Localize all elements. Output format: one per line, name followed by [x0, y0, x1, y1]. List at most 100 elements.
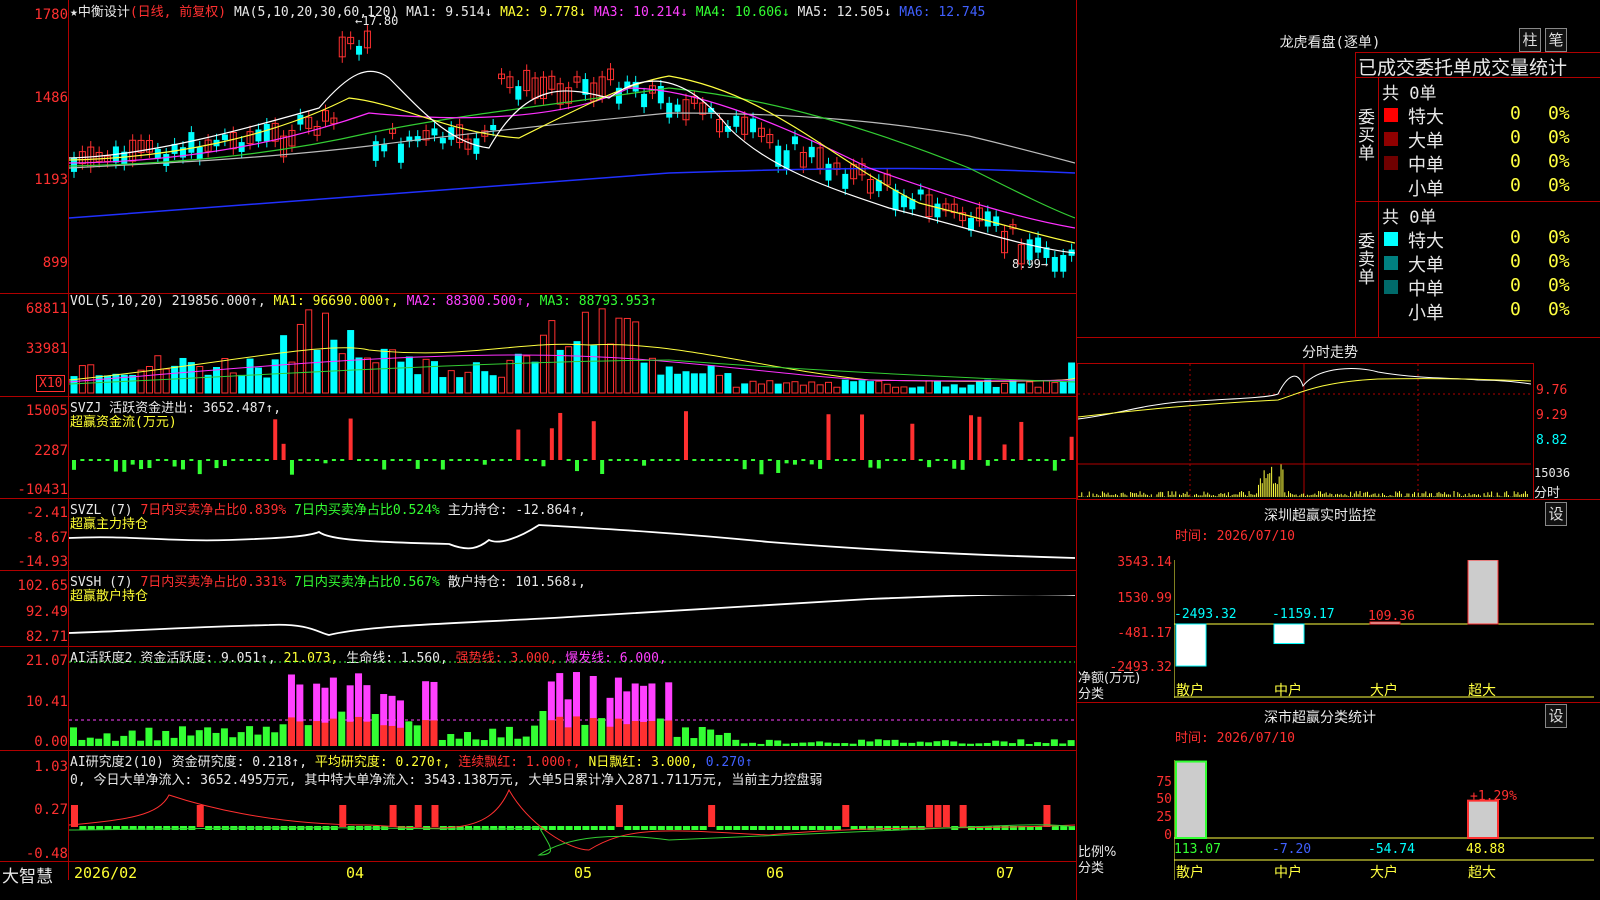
- ai-research-t3: 连续飘红: 1.000↑,: [458, 755, 581, 770]
- lhb-tick-button[interactable]: 笔: [1545, 28, 1567, 52]
- intraday-title: 分时走势: [1302, 345, 1358, 361]
- ai-research-axis-3: -0.48: [25, 846, 68, 862]
- intraday-chart[interactable]: [1078, 364, 1531, 497]
- svzl-axis-2: -8.67: [25, 530, 68, 546]
- svzj-axis-2: 2287: [34, 443, 68, 459]
- lhb-title: 龙虎看盘(逐单): [1279, 35, 1381, 51]
- sz-bar-4[interactable]: [1467, 560, 1499, 625]
- sz-side-label-2: 分类: [1078, 687, 1105, 702]
- svzl-chart[interactable]: [69, 520, 1075, 568]
- brand-label[interactable]: 大智慧: [2, 862, 53, 887]
- szc-side-label-2: 分类: [1078, 861, 1105, 876]
- sz-class-settings-button[interactable]: 设: [1545, 704, 1567, 728]
- sz-monitor-settings-button[interactable]: 设: [1545, 502, 1567, 526]
- ai-research-label: AI研究度2(10): [70, 755, 164, 770]
- buy-row-1: 特大 0 0%: [1380, 103, 1600, 128]
- szc-bar-cat-2: 中户: [1274, 864, 1302, 881]
- ai-research-header: AI研究度2(10) 资金研究度: 0.218↑, 平均研究度: 0.270↑,…: [70, 751, 753, 770]
- ai-research-axis-1: 1.03: [34, 759, 68, 775]
- ai-active-axis-1: 21.07: [25, 653, 68, 669]
- svsh-chart[interactable]: [69, 595, 1075, 645]
- svsh-axis-3: 82.71: [25, 629, 68, 645]
- date-2: 04: [346, 864, 365, 882]
- sz-bar-value-4: 3543.14: [1466, 560, 1521, 562]
- date-4: 06: [766, 864, 785, 882]
- ai-active-chart[interactable]: [69, 660, 1075, 748]
- intraday-vol-axis: 15036: [1534, 466, 1571, 480]
- svsh-axis-1: 102.65: [17, 578, 68, 594]
- szc-bar-cat-1: 散户: [1176, 864, 1204, 881]
- ai-research-t1: 资金研究度: 0.218↑,: [171, 755, 308, 770]
- svsh-axis-2: 92.49: [25, 604, 68, 620]
- buy-row-4: 小单 0 0%: [1380, 175, 1600, 200]
- svzl-axis-3: -14.93: [17, 554, 68, 570]
- ai-research-chart[interactable]: [69, 785, 1075, 860]
- candlestick-chart[interactable]: [69, 18, 1075, 292]
- svsh-t2: 7日内买卖净占比0.567%: [294, 575, 440, 590]
- sz-bar-value-3: 109.36: [1368, 609, 1415, 624]
- sep-7: [0, 861, 1076, 862]
- sell-swatch: [1384, 280, 1398, 294]
- szc-bar-4[interactable]: [1467, 799, 1499, 839]
- sz-bar-value-1: -2493.32: [1174, 607, 1237, 622]
- vol-axis-2: 33981: [25, 341, 68, 357]
- sz-monitor-time: 时间: 2026/07/10: [1175, 529, 1295, 544]
- svzj-axis-3: -10431: [17, 482, 68, 498]
- sz-bar-2[interactable]: [1273, 623, 1305, 645]
- buy-row-2: 大单 0 0%: [1380, 127, 1600, 152]
- lhb-heading: 已成交委托单成交量统计: [1358, 57, 1568, 79]
- sz-bar-1[interactable]: [1175, 623, 1207, 667]
- sell-swatch: [1384, 232, 1398, 246]
- sell-orders-label: 委卖单: [1358, 232, 1375, 288]
- sz-bar-cat-4: 超大: [1468, 683, 1496, 699]
- szc-axis-1: 75: [1156, 775, 1172, 790]
- sz-axis-2: 1530.99: [1117, 591, 1172, 606]
- sell-row-1: 特大 0 0%: [1380, 227, 1600, 252]
- buy-swatch: [1384, 180, 1398, 194]
- buy-total: 共 0单: [1382, 84, 1437, 104]
- ai-research-axis-2: 0.27: [34, 802, 68, 818]
- intraday-axis-3: 8.82: [1536, 433, 1568, 448]
- sell-row-2: 大单 0 0%: [1380, 251, 1600, 276]
- ai-research-t4: N日飘红: 3.000,: [588, 755, 698, 770]
- ai-active-axis-2: 10.41: [25, 694, 68, 710]
- svzj-axis-1: 15005: [25, 403, 68, 419]
- buy-swatch: [1384, 156, 1398, 170]
- sz-monitor-title: 深圳超赢实时监控: [1264, 508, 1376, 524]
- svzj-chart[interactable]: [69, 400, 1075, 496]
- svzl-t2: 7日内买卖净占比0.524%: [294, 503, 440, 518]
- sell-total: 共 0单: [1382, 208, 1437, 228]
- szc-bar-1[interactable]: [1175, 760, 1207, 840]
- buy-row-3: 中单 0 0%: [1380, 151, 1600, 176]
- sz-bar-cat-2: 中户: [1274, 682, 1302, 699]
- svzl-t1: 7日内买卖净占比0.839%: [140, 503, 287, 518]
- sz-bar-cat-3: 大户: [1370, 682, 1398, 699]
- buy-swatch: [1384, 108, 1398, 122]
- szc-bar-value-2: -7.20: [1272, 842, 1311, 857]
- volume-chart[interactable]: [69, 300, 1075, 395]
- price-axis-2: 1486: [34, 90, 68, 106]
- sell-row-4: 小单 0 0%: [1380, 299, 1600, 324]
- sep-r3: [1076, 702, 1600, 703]
- ai-active-axis-3: 0.00: [34, 734, 68, 750]
- sz-class-time: 时间: 2026/07/10: [1175, 731, 1295, 746]
- sz-bar-value-2: -1159.17: [1272, 607, 1335, 622]
- lhb-bar-button[interactable]: 柱: [1519, 28, 1541, 52]
- sz-axis-3: -481.17: [1117, 626, 1172, 641]
- sz-class-chart[interactable]: 113.07 散户 -7.20 中户 -54.74 大户 48.88 超大: [1174, 760, 1594, 900]
- sell-swatch: [1384, 304, 1398, 318]
- buy-swatch: [1384, 132, 1398, 146]
- vol-axis-1: 68811: [25, 301, 68, 317]
- svzl-axis-1: -2.41: [25, 505, 68, 521]
- sz-monitor-chart[interactable]: -2493.32 散户 -1159.17 中户 109.36 大户 3543.14 超大: [1174, 560, 1594, 700]
- szc-bar-value-3: -54.74: [1368, 842, 1415, 857]
- szc-axis-3: 25: [1156, 810, 1172, 825]
- svsh-t1: 7日内买卖净占比0.331%: [140, 575, 287, 590]
- szc-axis-2: 50: [1156, 792, 1172, 807]
- sz-bar-cat-1: 散户: [1176, 682, 1204, 699]
- sz-class-title: 深市超赢分类统计: [1264, 710, 1376, 726]
- szc-bar-cat-3: 大户: [1370, 864, 1398, 881]
- sz-axis-1: 3543.14: [1117, 555, 1172, 570]
- intraday-axis-1: 9.76: [1536, 383, 1568, 398]
- szc-bar-value-1: 113.07: [1174, 842, 1221, 857]
